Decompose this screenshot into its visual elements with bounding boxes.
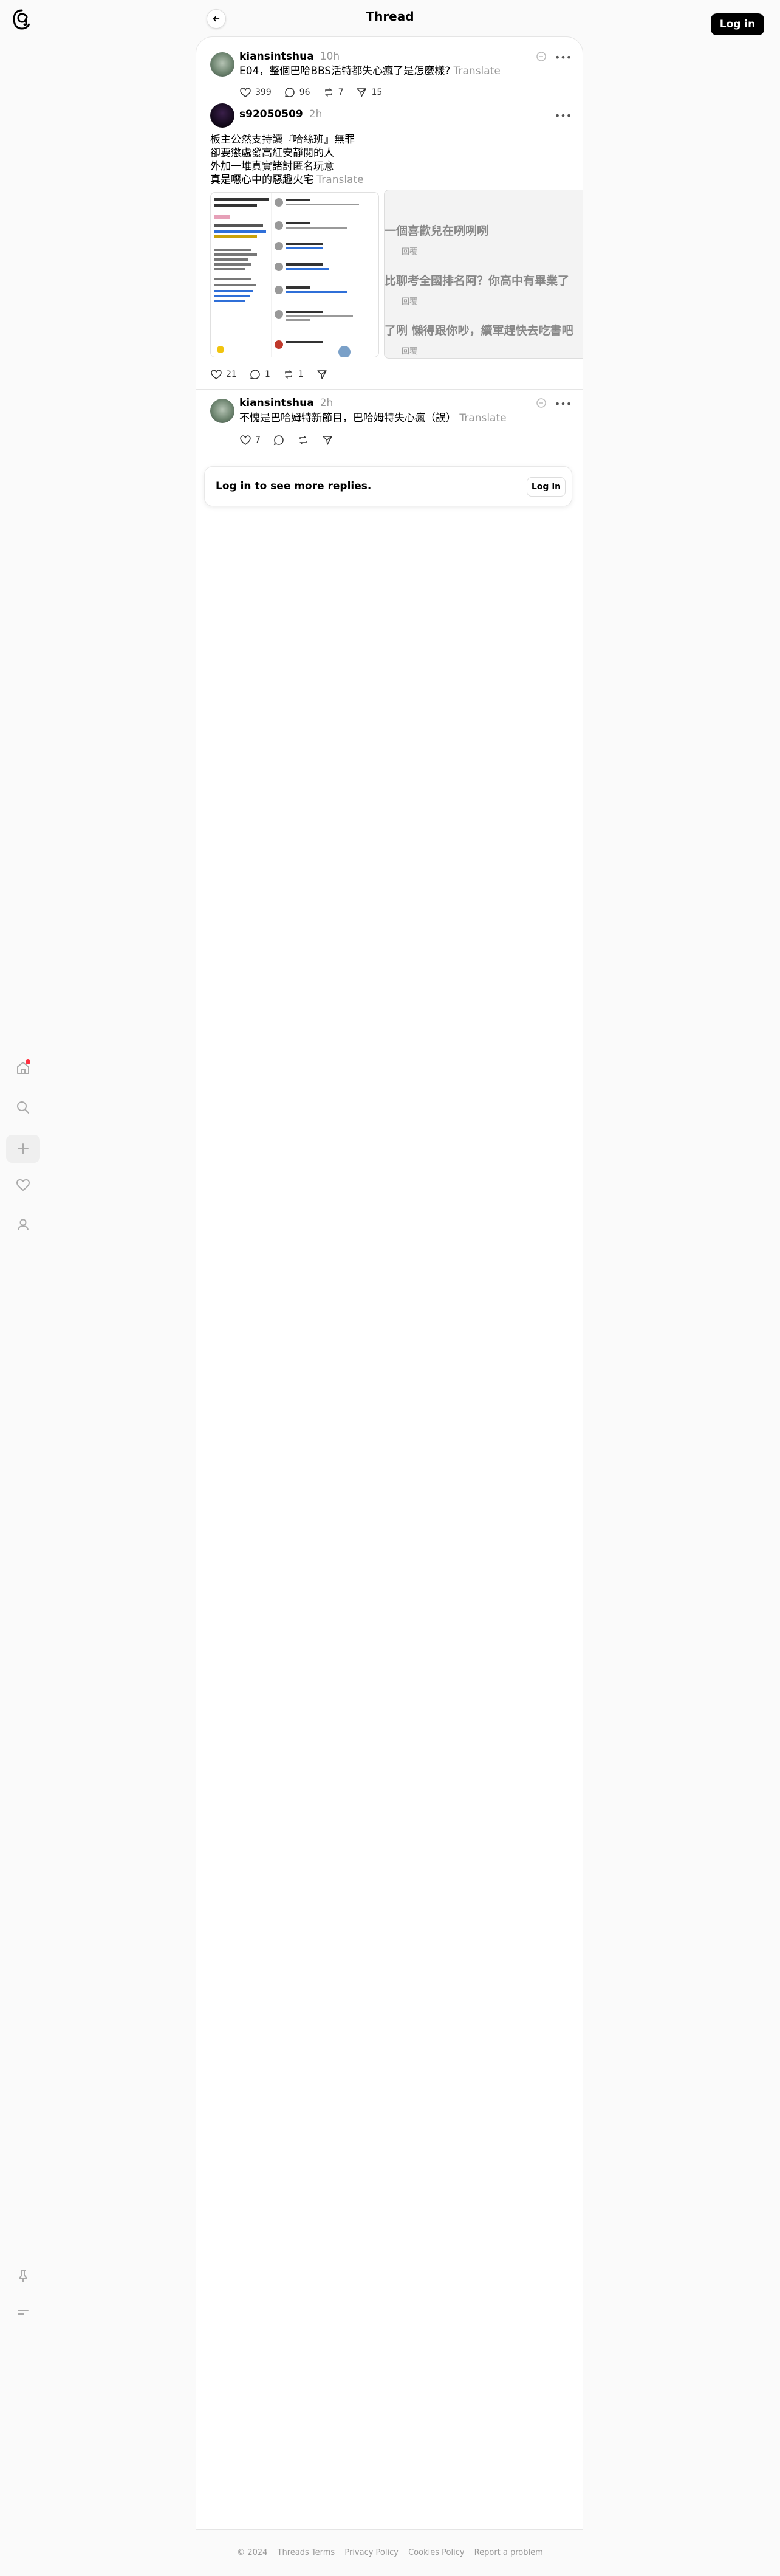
share-button[interactable] bbox=[321, 434, 334, 446]
translate-link[interactable]: Translate bbox=[316, 174, 363, 186]
more-options-icon[interactable]: ••• bbox=[555, 396, 572, 411]
heart-icon[interactable] bbox=[11, 1173, 35, 1197]
footer: © 2024 Threads Terms Privacy Policy Cook… bbox=[0, 2548, 780, 2557]
post-time: 2h bbox=[320, 397, 334, 409]
comment-icon bbox=[250, 370, 260, 380]
back-button[interactable] bbox=[207, 9, 226, 29]
share-button[interactable]: 15 bbox=[355, 86, 382, 98]
username[interactable]: s92050509 bbox=[239, 108, 303, 120]
avatar[interactable] bbox=[210, 399, 234, 423]
post-text: E04，整個巴哈BBS活特都失心瘋了是怎麼樣? Translate bbox=[239, 65, 501, 77]
footer-link[interactable]: Privacy Policy bbox=[344, 2548, 399, 2557]
like-button[interactable]: 7 bbox=[239, 434, 261, 446]
profile-icon[interactable] bbox=[11, 1213, 35, 1237]
post-image[interactable] bbox=[210, 192, 379, 357]
repost-button[interactable]: 7 bbox=[323, 86, 343, 98]
search-icon[interactable] bbox=[11, 1095, 35, 1120]
heart-icon bbox=[240, 88, 251, 97]
repost-button[interactable] bbox=[297, 434, 309, 446]
repost-icon bbox=[299, 436, 307, 444]
heart-icon bbox=[240, 435, 251, 445]
share-icon bbox=[357, 88, 367, 97]
username[interactable]: kiansintshua bbox=[239, 50, 314, 63]
reply-button[interactable] bbox=[273, 434, 285, 446]
translate-link[interactable]: Translate bbox=[459, 412, 506, 424]
create-icon[interactable] bbox=[6, 1135, 40, 1163]
repost-icon bbox=[284, 370, 292, 379]
post-time: 10h bbox=[320, 50, 340, 63]
thread-card bbox=[196, 36, 583, 2530]
comment-screenshot-image bbox=[214, 193, 359, 357]
repost-icon bbox=[324, 88, 332, 97]
comment-icon bbox=[273, 435, 284, 446]
avatar[interactable] bbox=[210, 103, 234, 128]
comment-icon bbox=[284, 88, 295, 98]
avatar[interactable] bbox=[210, 52, 234, 77]
page-title: Thread bbox=[366, 9, 414, 24]
heart-icon bbox=[211, 370, 222, 379]
post-time: 2h bbox=[309, 108, 323, 120]
login-button[interactable]: Log in bbox=[711, 13, 764, 35]
username[interactable]: kiansintshua bbox=[239, 397, 314, 409]
login-prompt-button[interactable]: Log in bbox=[527, 477, 566, 497]
post-text: 不愧是巴哈姆特新節目，巴哈姆特失心瘋（誤） Translate bbox=[239, 412, 507, 424]
home-icon[interactable] bbox=[11, 1056, 35, 1080]
more-options-icon[interactable]: ••• bbox=[555, 108, 572, 123]
reply-button[interactable]: 1 bbox=[249, 368, 270, 381]
quote-icon[interactable] bbox=[536, 51, 547, 62]
translate-link[interactable]: Translate bbox=[454, 65, 501, 77]
post-image[interactable]: 一個喜歡兒在咧咧咧 回覆 比聊考全國排名阿？你高中有畢業了 回覆 了咧 懶得跟你… bbox=[384, 190, 583, 359]
menu-icon[interactable] bbox=[11, 2300, 35, 2324]
notification-dot bbox=[26, 1059, 30, 1064]
footer-link[interactable]: Cookies Policy bbox=[408, 2548, 464, 2557]
footer-link[interactable]: Report a problem bbox=[474, 2548, 543, 2557]
login-prompt-text: Log in to see more replies. bbox=[216, 480, 372, 492]
share-button[interactable] bbox=[316, 368, 328, 381]
share-icon bbox=[323, 436, 332, 445]
share-icon bbox=[316, 370, 327, 379]
footer-copyright: © 2024 bbox=[237, 2548, 268, 2557]
reply-button[interactable]: 96 bbox=[284, 86, 310, 98]
footer-link[interactable]: Threads Terms bbox=[278, 2548, 335, 2557]
post-text: 板主公然支持讀『哈絲班』無罪 卻要懲處發高紅安靜閱的人 外加一堆真實諸討匿名玩意… bbox=[210, 134, 364, 186]
pin-icon[interactable] bbox=[11, 2264, 35, 2288]
like-button[interactable]: 399 bbox=[239, 86, 272, 98]
login-prompt: Log in to see more replies. Log in bbox=[204, 466, 572, 506]
quote-icon[interactable] bbox=[536, 398, 547, 408]
like-button[interactable]: 21 bbox=[210, 368, 237, 381]
more-options-icon[interactable]: ••• bbox=[555, 50, 572, 64]
arrow-left-icon bbox=[213, 16, 220, 22]
repost-button[interactable]: 1 bbox=[282, 368, 304, 381]
divider bbox=[196, 389, 583, 390]
